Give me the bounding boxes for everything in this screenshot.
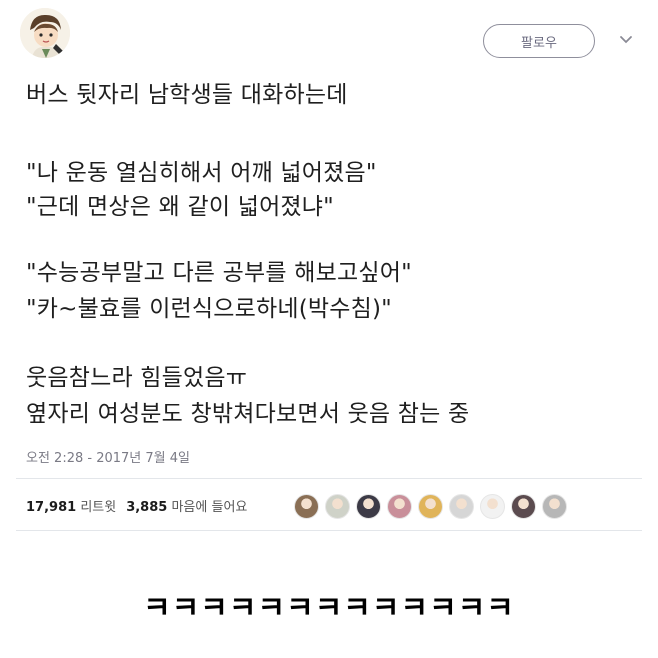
retweet-stat[interactable]: 17,981 리트윗: [26, 500, 116, 515]
tweet-line: 옆자리 여성분도 창밖쳐다보면서 웃음 참는 중: [26, 401, 470, 427]
avatar-icon: [20, 8, 70, 58]
engagement-stats: 17,981 리트윗 3,885 마음에 들어요: [26, 496, 247, 515]
tweet-line: 웃음참느라 힘들었음ㅠ: [26, 365, 248, 391]
tweet-line: "근데 면상은 왜 같이 넓어졌냐": [26, 194, 334, 220]
tweet-line: "카~불효를 이런식으로하네(박수침)": [26, 296, 392, 322]
follow-button-label: 팔로우: [521, 35, 557, 51]
liker-avatar[interactable]: [325, 494, 350, 519]
like-label: 마음에 들어요: [171, 500, 248, 515]
tweet-line: 버스 뒷자리 남학생들 대화하는데: [26, 82, 348, 108]
retweet-count: 17,981: [26, 500, 77, 515]
tweet-card: 팔로우 버스 뒷자리 남학생들 대화하는데 "나 운동 열심히해서 어깨 넓어졌…: [0, 0, 658, 531]
divider: [16, 530, 642, 531]
tweet-line: "수능공부말고 다른 공부를 해보고싶어": [26, 260, 412, 286]
liker-avatar[interactable]: [542, 494, 567, 519]
liker-avatar[interactable]: [480, 494, 505, 519]
liker-avatar[interactable]: [356, 494, 381, 519]
retweet-label: 리트윗: [80, 500, 117, 515]
liker-avatar[interactable]: [387, 494, 412, 519]
follow-button[interactable]: 팔로우: [483, 24, 595, 58]
liker-avatar[interactable]: [511, 494, 536, 519]
tweet-line: "나 운동 열심히해서 어깨 넓어졌음": [26, 160, 377, 186]
like-stat[interactable]: 3,885 마음에 들어요: [126, 500, 247, 515]
divider: [16, 478, 642, 479]
caption-text: ㅋㅋㅋㅋㅋㅋㅋㅋㅋㅋㅋㅋㅋ: [143, 591, 515, 626]
liker-avatar[interactable]: [294, 494, 319, 519]
chevron-down-icon[interactable]: [616, 30, 636, 50]
user-avatar[interactable]: [20, 8, 70, 58]
like-count: 3,885: [126, 500, 168, 515]
tweet-header: 팔로우: [0, 0, 658, 80]
liker-avatar[interactable]: [449, 494, 474, 519]
tweet-timestamp[interactable]: 오전 2:28 - 2017년 7월 4일: [26, 447, 190, 466]
liker-avatar[interactable]: [418, 494, 443, 519]
